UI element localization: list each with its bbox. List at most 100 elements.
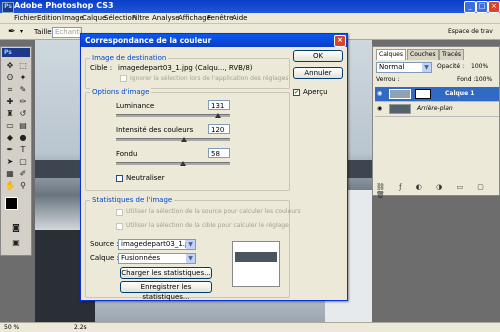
workspace-label[interactable]: Espace de trav <box>448 28 493 35</box>
layer-label: Calque : <box>90 254 119 262</box>
layer-row[interactable]: ◉ Calque 1 <box>375 87 499 102</box>
layer-name: Arrière-plan <box>417 105 453 112</box>
magic-wand-tool-icon[interactable]: ✦ <box>17 72 29 83</box>
layer-thumbnail <box>389 89 411 99</box>
layer-select[interactable]: Fusionnées ▼ <box>118 253 196 264</box>
tab-calques[interactable]: Calques <box>376 49 406 60</box>
visibility-eye-icon[interactable]: ◉ <box>377 105 382 112</box>
opacity-label: Opacité : <box>437 63 465 70</box>
dialog-title: Correspondance de la couleur <box>85 36 212 45</box>
crop-tool-icon[interactable]: ⌗ <box>4 84 16 95</box>
luminance-slider[interactable] <box>116 114 230 117</box>
menu-edition[interactable]: Edition <box>37 14 61 22</box>
fade-slider-thumb[interactable] <box>180 161 186 166</box>
document-info: 2.2s <box>74 324 87 331</box>
hand-tool-icon[interactable]: ✋ <box>4 180 16 191</box>
menu-calque[interactable]: Calque <box>82 14 106 22</box>
menu-bar: Fichier Edition Image Calque Sélection F… <box>0 13 500 24</box>
tab-traces[interactable]: Tracés <box>439 49 465 60</box>
blend-mode-select[interactable]: Normal ▼ <box>376 62 432 73</box>
intensity-slider-thumb[interactable] <box>181 137 187 142</box>
gradient-tool-icon[interactable]: ▤ <box>17 120 29 131</box>
move-tool-icon[interactable]: ✥ <box>4 60 16 71</box>
intensity-input[interactable]: 120 <box>208 124 230 134</box>
layer-row[interactable]: ◉ Arrière-plan <box>375 102 499 117</box>
path-selection-tool-icon[interactable]: ➤ <box>4 156 16 167</box>
quick-mask-icon[interactable]: ◙ <box>10 222 22 233</box>
slice-tool-icon[interactable]: ✎ <box>17 84 29 95</box>
maximize-icon[interactable]: □ <box>476 1 488 13</box>
use-source-selection-label: Utiliser la sélection de la source pour … <box>126 208 301 215</box>
preview-checkbox[interactable]: ✔ <box>293 89 300 96</box>
opacity-value[interactable]: 100% <box>471 63 488 70</box>
luminance-slider-thumb[interactable] <box>215 113 221 118</box>
eyedropper-tool-icon[interactable]: ✐ <box>17 168 29 179</box>
type-tool-icon[interactable]: T <box>17 144 29 155</box>
neutralize-label: Neutraliser <box>126 174 165 182</box>
layer-thumbnail <box>389 104 411 114</box>
menu-fichier[interactable]: Fichier <box>14 14 37 22</box>
menu-image[interactable]: Image <box>62 14 84 22</box>
image-options-group-label: Options d'image <box>90 88 152 96</box>
screen-mode-icon[interactable]: ▣ <box>10 237 22 248</box>
target-label: Cible : <box>90 64 113 72</box>
notes-tool-icon[interactable]: ▦ <box>4 168 16 179</box>
save-stats-button[interactable]: Enregistrer les statistiques... <box>120 281 212 301</box>
layers-panel: Calques Couches Tracés Normal ▼ Opacité :… <box>372 46 500 199</box>
blur-tool-icon[interactable]: ◆ <box>4 132 16 143</box>
dialog-title-bar: Correspondance de la couleur × <box>81 34 347 47</box>
app-title-bar: Ps Adobe Photoshop CS3 _ □ × <box>0 0 500 13</box>
brush-tool-icon[interactable]: ✏ <box>17 96 29 107</box>
eyedropper-icon[interactable]: ✒ <box>8 27 16 37</box>
load-stats-button[interactable]: Charger les statistiques... <box>120 267 212 279</box>
destination-group-label: Image de destination <box>90 54 169 62</box>
sample-size-select[interactable]: Echantillon <box>52 27 82 38</box>
layer-actions-bar[interactable]: ⛓ ƒ ◐ ◑ ▭ ▢ 🗑 <box>376 183 498 199</box>
marquee-tool-icon[interactable]: ⬚ <box>17 60 29 71</box>
clone-stamp-tool-icon[interactable]: ♜ <box>4 108 16 119</box>
toolbox-header: Ps <box>2 48 30 57</box>
menu-affichage[interactable]: Affichage <box>178 14 211 22</box>
image-stats-group: Statistiques de l'image Utiliser la séle… <box>85 196 301 301</box>
fade-input[interactable]: 58 <box>208 148 230 158</box>
shape-tool-icon[interactable]: ▢ <box>17 156 29 167</box>
close-icon[interactable]: × <box>488 1 500 13</box>
fill-value[interactable]: 100% <box>475 76 492 83</box>
zoom-tool-icon[interactable]: ⚲ <box>17 180 29 191</box>
luminance-input[interactable]: 131 <box>208 100 230 110</box>
fade-slider[interactable] <box>116 162 230 165</box>
match-color-dialog: Correspondance de la couleur × Image de … <box>80 33 348 301</box>
tool-preset-arrow-icon[interactable]: ▾ <box>20 28 23 35</box>
cancel-button[interactable]: Annuler <box>293 67 343 79</box>
neutralize-checkbox[interactable] <box>116 175 123 182</box>
dialog-close-icon[interactable]: × <box>334 35 346 47</box>
visibility-eye-icon[interactable]: ◉ <box>377 90 382 97</box>
intensity-slider[interactable] <box>116 138 230 141</box>
lock-label: Verrou : <box>376 76 400 83</box>
tab-couches[interactable]: Couches <box>407 49 439 60</box>
zoom-level[interactable]: 50 % <box>4 324 19 331</box>
toolbox: Ps ✥ ⬚ ʘ ✦ ⌗ ✎ ✚ ✏ ♜ ↺ ▭ ▤ ◆ ● ✒ T ➤ ▢ ▦… <box>0 46 32 256</box>
lasso-tool-icon[interactable]: ʘ <box>4 72 16 83</box>
fill-label: Fond : <box>457 76 476 83</box>
layer-mask-thumbnail <box>415 89 431 99</box>
destination-group: Image de destination Cible : imagedepart… <box>85 54 290 89</box>
source-select[interactable]: imagedepart03_1.jpg ▼ <box>118 239 196 250</box>
menu-analyse[interactable]: Analyse <box>152 14 180 22</box>
eraser-tool-icon[interactable]: ▭ <box>4 120 16 131</box>
use-source-selection-checkbox[interactable] <box>116 209 123 216</box>
pen-tool-icon[interactable]: ✒ <box>4 144 16 155</box>
healing-brush-tool-icon[interactable]: ✚ <box>4 96 16 107</box>
ok-button[interactable]: OK <box>293 50 343 62</box>
photoshop-app-icon: Ps <box>2 2 14 13</box>
layer-name: Calque 1 <box>445 90 475 97</box>
history-brush-tool-icon[interactable]: ↺ <box>17 108 29 119</box>
use-target-selection-checkbox[interactable] <box>116 223 123 230</box>
ignore-selection-checkbox[interactable] <box>120 75 127 82</box>
foreground-color-swatch[interactable] <box>5 197 18 210</box>
menu-fenetre[interactable]: Fenêtre <box>207 14 233 22</box>
dodge-tool-icon[interactable]: ● <box>17 132 29 143</box>
minimize-icon[interactable]: _ <box>464 1 476 13</box>
menu-filtre[interactable]: Filtre <box>132 14 149 22</box>
menu-aide[interactable]: Aide <box>232 14 247 22</box>
